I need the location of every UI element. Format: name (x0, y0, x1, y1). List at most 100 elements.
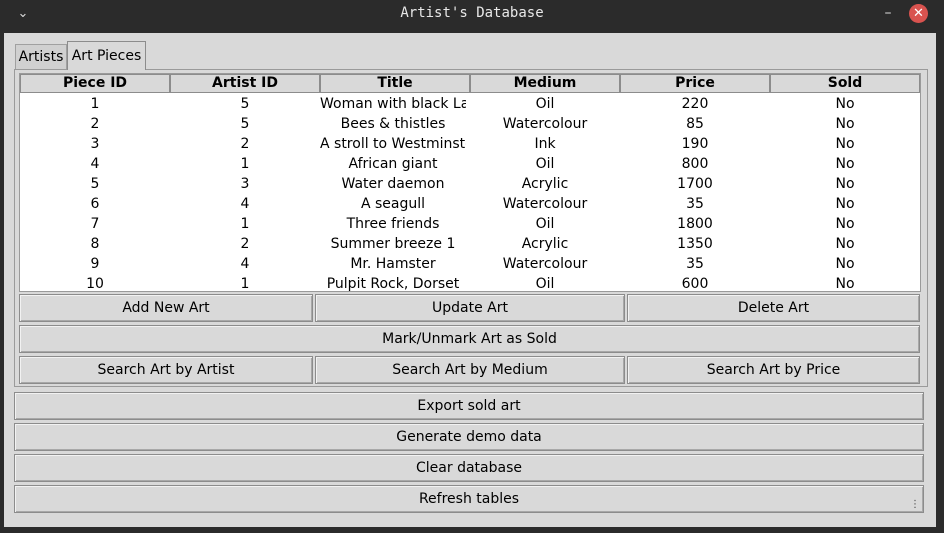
refresh-tables-label: Refresh tables (418, 491, 520, 507)
cell-medium: Watercolour (502, 256, 588, 272)
cell-sold: No (835, 216, 855, 232)
cell-price: 35 (686, 196, 704, 212)
search-by-artist-button[interactable]: Search Art by Artist (19, 356, 313, 384)
cell-artist-id: 1 (240, 216, 250, 232)
table-row[interactable]: 3 2 A stroll to Westminste Ink 190 No (20, 134, 920, 154)
cell-title: A stroll to Westminste (320, 136, 466, 152)
cell-price: 1700 (677, 176, 713, 192)
cell-title: Bees & thistles (340, 116, 446, 132)
table-row[interactable]: 10 1 Pulpit Rock, Dorset Oil 600 No (20, 274, 920, 292)
search-by-price-button[interactable]: Search Art by Price (627, 356, 920, 384)
cell-sold: No (835, 176, 855, 192)
clear-database-button[interactable]: Clear database (14, 454, 924, 482)
cell-piece-id: 2 (90, 116, 100, 132)
main-window: Artists Art Pieces Piece ID Artist ID Ti… (4, 33, 936, 527)
column-header-price[interactable]: Price (620, 74, 770, 93)
cell-piece-id: 6 (90, 196, 100, 212)
cell-sold: No (835, 96, 855, 112)
cell-medium: Watercolour (502, 116, 588, 132)
cell-medium: Watercolour (502, 196, 588, 212)
add-new-art-button[interactable]: Add New Art (19, 294, 313, 322)
column-header-sold[interactable]: Sold (770, 74, 920, 93)
cell-artist-id: 5 (240, 116, 250, 132)
cell-piece-id: 5 (90, 176, 100, 192)
cell-sold: No (835, 276, 855, 292)
export-sold-art-button[interactable]: Export sold art (14, 392, 924, 420)
cell-title: African giant (348, 156, 438, 172)
table-row[interactable]: 7 1 Three friends Oil 1800 No (20, 214, 920, 234)
mark-sold-button[interactable]: Mark/Unmark Art as Sold (19, 325, 920, 353)
cell-medium: Oil (535, 156, 555, 172)
cell-price: 800 (681, 156, 709, 172)
column-header-artist-id[interactable]: Artist ID (170, 74, 320, 93)
cell-artist-id: 1 (240, 276, 250, 292)
cell-price: 35 (686, 256, 704, 272)
generate-demo-data-button[interactable]: Generate demo data (14, 423, 924, 451)
cell-title: Mr. Hamster (350, 256, 436, 272)
cell-price: 220 (681, 96, 709, 112)
cell-medium: Acrylic (521, 236, 569, 252)
cell-sold: No (835, 136, 855, 152)
cell-artist-id: 1 (240, 156, 250, 172)
cell-price: 1350 (677, 236, 713, 252)
cell-sold: No (835, 236, 855, 252)
resize-grip-icon: ⋮ (910, 499, 920, 510)
cell-piece-id: 4 (90, 156, 100, 172)
cell-piece-id: 1 (90, 96, 100, 112)
table-row[interactable]: 8 2 Summer breeze 1 Acrylic 1350 No (20, 234, 920, 254)
cell-piece-id: 8 (90, 236, 100, 252)
cell-medium: Oil (535, 276, 555, 292)
cell-price: 1800 (677, 216, 713, 232)
table-row[interactable]: 5 3 Water daemon Acrylic 1700 No (20, 174, 920, 194)
cell-artist-id: 2 (240, 136, 250, 152)
art-pieces-panel: Piece ID Artist ID Title Medium Price So… (14, 69, 928, 387)
cell-artist-id: 2 (240, 236, 250, 252)
cell-artist-id: 4 (240, 256, 250, 272)
close-icon[interactable]: ✕ (909, 4, 928, 23)
cell-artist-id: 3 (240, 176, 250, 192)
update-art-button[interactable]: Update Art (315, 294, 625, 322)
cell-piece-id: 7 (90, 216, 100, 232)
tab-art-pieces[interactable]: Art Pieces (67, 41, 146, 70)
cell-piece-id: 3 (90, 136, 100, 152)
cell-price: 190 (681, 136, 709, 152)
cell-medium: Ink (534, 136, 556, 152)
delete-art-button[interactable]: Delete Art (627, 294, 920, 322)
refresh-tables-button[interactable]: Refresh tables ⋮ (14, 485, 924, 513)
table-row[interactable]: 9 4 Mr. Hamster Watercolour 35 No (20, 254, 920, 274)
title-bar: ⌄ Artist's Database – ✕ (0, 0, 944, 29)
cell-title: Three friends (346, 216, 440, 232)
art-pieces-table[interactable]: Piece ID Artist ID Title Medium Price So… (19, 73, 921, 292)
cell-sold: No (835, 156, 855, 172)
cell-price: 85 (686, 116, 704, 132)
column-header-title[interactable]: Title (320, 74, 470, 93)
column-header-piece-id[interactable]: Piece ID (20, 74, 170, 93)
cell-artist-id: 5 (240, 96, 250, 112)
cell-title: Summer breeze 1 (330, 236, 456, 252)
cell-title: A seagull (360, 196, 426, 212)
table-row[interactable]: 1 5 Woman with black Lal Oil 220 No (20, 94, 920, 114)
cell-title: Woman with black Lal (320, 96, 466, 112)
search-by-medium-button[interactable]: Search Art by Medium (315, 356, 625, 384)
window-title: Artist's Database (400, 5, 544, 21)
cell-sold: No (835, 256, 855, 272)
minimize-icon[interactable]: – (879, 4, 897, 22)
cell-title: Pulpit Rock, Dorset (326, 276, 460, 292)
cell-medium: Acrylic (521, 176, 569, 192)
table-row[interactable]: 6 4 A seagull Watercolour 35 No (20, 194, 920, 214)
table-row[interactable]: 2 5 Bees & thistles Watercolour 85 No (20, 114, 920, 134)
column-header-medium[interactable]: Medium (470, 74, 620, 93)
cell-piece-id: 9 (90, 256, 100, 272)
cell-piece-id: 10 (86, 276, 104, 292)
notebook: Artists Art Pieces Piece ID Artist ID Ti… (14, 41, 928, 387)
table-header: Piece ID Artist ID Title Medium Price So… (20, 74, 920, 93)
cell-medium: Oil (535, 216, 555, 232)
cell-medium: Oil (535, 96, 555, 112)
tab-artists[interactable]: Artists (15, 44, 67, 69)
cell-sold: No (835, 196, 855, 212)
cell-artist-id: 4 (240, 196, 250, 212)
cell-title: Water daemon (341, 176, 445, 192)
cell-sold: No (835, 116, 855, 132)
cell-price: 600 (681, 276, 709, 292)
table-row[interactable]: 4 1 African giant Oil 800 No (20, 154, 920, 174)
